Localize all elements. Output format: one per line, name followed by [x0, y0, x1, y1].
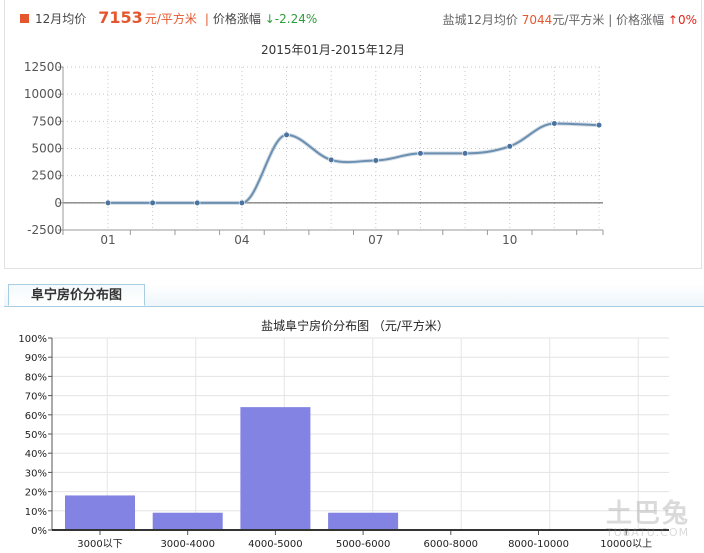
separator: | — [204, 12, 209, 26]
price-header: 12月均价 7153 元/平方米 | 价格涨幅 ↓-2.24% 盐城12月均价 7044… — [5, 8, 703, 28]
x-tick-label: 5000-6000 — [336, 539, 391, 550]
data-point — [372, 157, 379, 164]
tab-price-distribution[interactable]: 阜宁房价分布图 — [8, 284, 145, 306]
change-value: ↓-2.24% — [264, 12, 318, 26]
y-tick-label: 70% — [25, 392, 47, 403]
x-tick-label: 01 — [100, 233, 115, 247]
y-tick-label: 0 — [54, 196, 62, 210]
x-tick-label: 4000-5000 — [248, 539, 303, 550]
y-tick-label: 40% — [25, 449, 47, 460]
x-tick-label: 04 — [234, 233, 249, 247]
data-point — [328, 156, 335, 164]
y-tick-label: 100% — [18, 334, 47, 345]
city-change-label: 价格涨幅 — [616, 13, 665, 27]
x-tick-label: 8000-10000 — [508, 539, 569, 550]
data-point — [417, 150, 424, 157]
y-tick-label: 50% — [25, 430, 47, 441]
y-tick-label: 10000 — [24, 87, 62, 101]
watermark-logo: 土巴兔 TUBATU.COM — [606, 501, 690, 539]
bar — [240, 407, 311, 530]
y-tick-label: 2500 — [31, 169, 62, 183]
data-point — [461, 150, 469, 157]
change-label: 价格涨幅 — [212, 12, 261, 26]
orange-square-icon — [20, 14, 29, 23]
x-tick-label: 3000-4000 — [160, 539, 215, 550]
bar — [152, 512, 223, 530]
y-tick-label: 20% — [25, 488, 47, 499]
x-tick-label: 6000-8000 — [424, 539, 479, 550]
y-tick-label: 80% — [25, 372, 47, 383]
bar — [65, 495, 135, 530]
y-tick-label: 12500 — [24, 60, 62, 74]
city-price-unit: 元/平方米 — [552, 13, 605, 27]
x-tick-label: 10 — [502, 233, 517, 247]
city-price-summary: 盐城12月均价 7044元/平方米 | 价格涨幅 ↑0% — [443, 11, 697, 28]
city-average-price: 7044 — [521, 13, 553, 27]
data-point — [595, 122, 603, 129]
y-tick-label: 90% — [25, 353, 47, 364]
data-point — [194, 199, 201, 206]
line-chart-title: 2015年01月-2015年12月 — [261, 43, 405, 57]
data-point — [149, 199, 156, 206]
series-line-shadow — [107, 121, 600, 205]
y-tick-label: 30% — [25, 468, 47, 479]
bar-chart-title: 盐城阜宁房价分布图 （元/平方米） — [261, 318, 449, 333]
y-tick-label: 7500 — [31, 114, 62, 128]
watermark-subtext: TUBATU.COM — [605, 526, 690, 539]
data-point — [104, 199, 112, 206]
price-trend-line-chart: 2015年01月-2015年12月 12500 10000 7500 5000 2500 0… — [24, 43, 604, 247]
month-label: 12月均价 — [35, 12, 87, 26]
x-tick-label: 07 — [368, 233, 383, 247]
y-tick-label: 60% — [25, 411, 47, 422]
data-point — [283, 131, 290, 139]
distribution-tab-bar: 阜宁房价分布图 — [4, 284, 704, 307]
x-tick-label: 10000以上 — [600, 538, 652, 550]
local-price-summary: 12月均价 7153 元/平方米 | 价格涨幅 ↓-2.24% — [20, 8, 317, 27]
city-change-value: ↑0% — [667, 13, 697, 27]
data-point — [238, 199, 246, 206]
y-tick-label: 5000 — [31, 142, 62, 156]
city-separator: | — [608, 13, 613, 27]
watermark-text: 土巴兔 — [605, 499, 690, 529]
data-point — [506, 143, 513, 150]
bar — [328, 512, 399, 530]
data-point — [551, 120, 558, 127]
y-tick-label: 10% — [25, 507, 47, 518]
price-distribution-bar-chart: 盐城阜宁房价分布图 （元/平方米） 100% 90% 80% 70% 60% 50% 40% 3… — [18, 318, 669, 550]
city-month-label: 盐城12月均价 — [442, 13, 518, 27]
y-tick-label: 0% — [31, 526, 47, 537]
y-tick-label: -2500 — [27, 223, 62, 237]
price-unit: 元/平方米 — [144, 12, 197, 26]
average-price: 7153 — [98, 8, 143, 27]
x-tick-label: 3000以下 — [77, 539, 122, 550]
